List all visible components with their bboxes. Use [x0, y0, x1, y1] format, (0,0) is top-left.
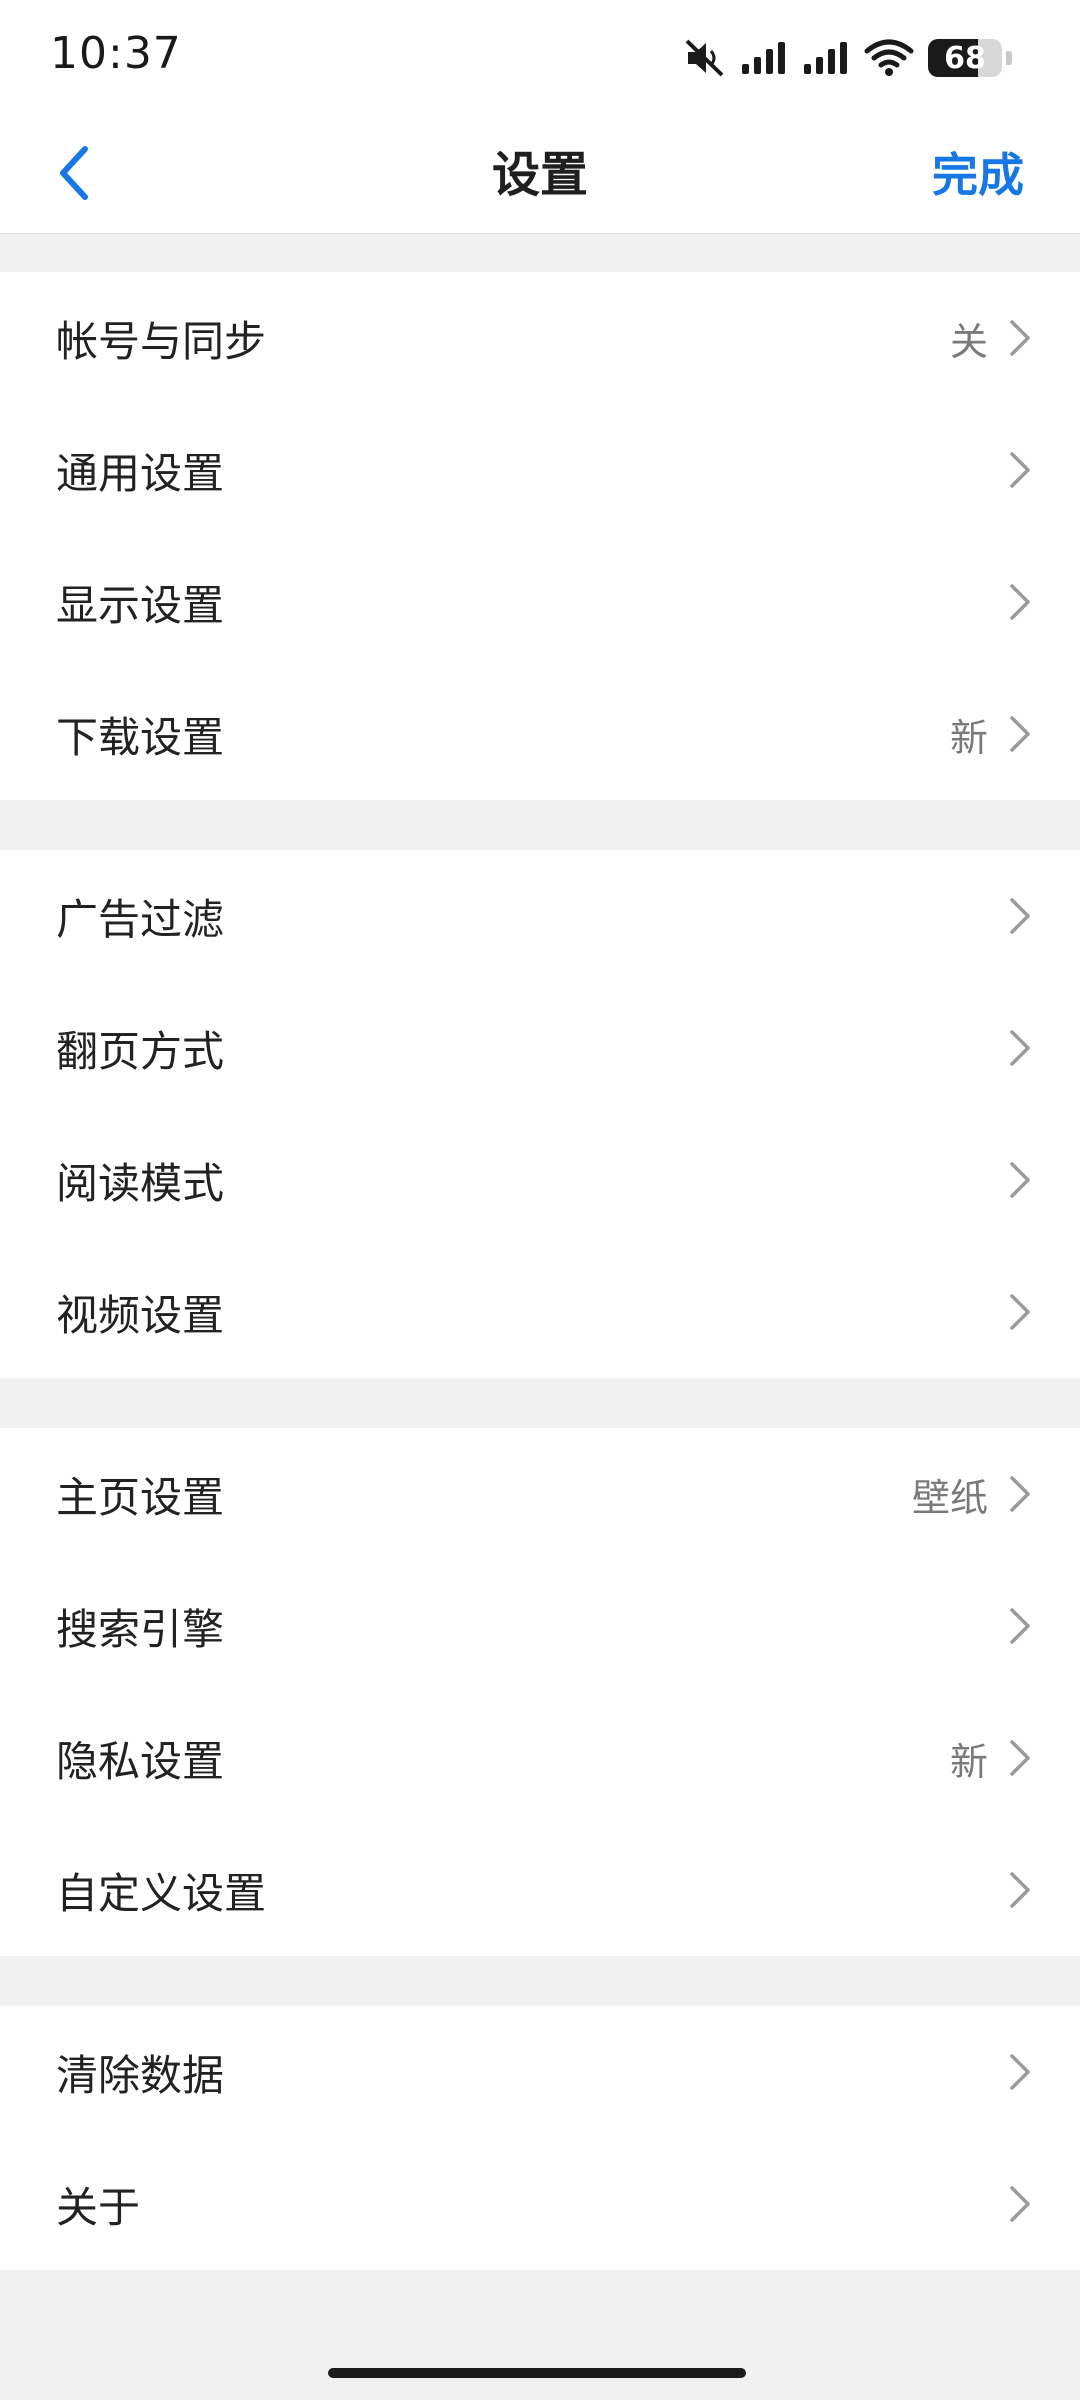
chevron-right-icon [1000, 450, 1040, 490]
signal-icon [802, 40, 850, 76]
settings-group: 清除数据 关于 [0, 2006, 1080, 2270]
settings-row-label: 显示设置 [56, 580, 225, 630]
battery-cap [1006, 51, 1012, 65]
status-bar: 10:37 68 [0, 0, 1080, 118]
settings-group: 广告过滤翻页方式阅读模式视频设置 [0, 850, 1080, 1378]
home-indicator[interactable] [328, 2368, 746, 2378]
settings-row-label: 自定义设置 [56, 1868, 267, 1918]
settings-row-value: 关 [949, 319, 988, 364]
settings-row[interactable]: 翻页方式 [0, 982, 1080, 1114]
chevron-right-icon [1000, 582, 1040, 622]
chevron-right-icon [1000, 1028, 1040, 1068]
battery-icon: 68 [928, 39, 1002, 77]
chevron-right-icon [1000, 2184, 1040, 2224]
settings-row[interactable]: 显示设置 [0, 536, 1080, 668]
settings-row-value: 新 [949, 1739, 988, 1784]
settings-group: 帐号与同步 关通用设置显示设置下载设置 新 [0, 272, 1080, 800]
chevron-right-icon [1000, 1160, 1040, 1200]
chevron-right-icon [1000, 1292, 1040, 1332]
settings-list: 帐号与同步关通用设置 显示设置 下载设置新广告过滤 翻页方式 阅读模式 视频设置 主页设置壁… [0, 234, 1080, 2400]
settings-row[interactable]: 隐私设置 新 [0, 1692, 1080, 1824]
settings-row[interactable]: 阅读模式 [0, 1114, 1080, 1246]
battery-level: 68 [944, 40, 986, 76]
settings-row[interactable]: 主页设置 壁纸 [0, 1428, 1080, 1560]
settings-row-label: 视频设置 [56, 1290, 225, 1340]
settings-row[interactable]: 广告过滤 [0, 850, 1080, 982]
settings-row-label: 帐号与同步 [56, 316, 267, 366]
mute-icon [684, 38, 726, 78]
chevron-right-icon [1000, 318, 1040, 358]
settings-row-label: 广告过滤 [56, 894, 225, 944]
settings-row-label: 关于 [56, 2182, 141, 2232]
settings-row-label: 清除数据 [56, 2050, 225, 2100]
nav-bar: 设置 完成 [0, 118, 1080, 234]
chevron-right-icon [1000, 1870, 1040, 1910]
settings-row[interactable]: 搜索引擎 [0, 1560, 1080, 1692]
settings-row[interactable]: 视频设置 [0, 1246, 1080, 1378]
settings-row[interactable]: 清除数据 [0, 2006, 1080, 2138]
settings-row[interactable]: 关于 [0, 2138, 1080, 2270]
settings-row-label: 主页设置 [56, 1472, 225, 1522]
done-button[interactable]: 完成 [932, 118, 1024, 233]
settings-row[interactable]: 下载设置 新 [0, 668, 1080, 800]
signal-icon [740, 40, 788, 76]
settings-row-label: 翻页方式 [56, 1026, 225, 1076]
settings-row-value: 新 [949, 715, 988, 760]
settings-row-label: 阅读模式 [56, 1158, 225, 1208]
settings-row[interactable]: 帐号与同步 关 [0, 272, 1080, 404]
chevron-right-icon [1000, 1738, 1040, 1778]
settings-row-value: 壁纸 [911, 1475, 988, 1520]
chevron-right-icon [1000, 1606, 1040, 1646]
settings-row-label: 搜索引擎 [56, 1604, 225, 1654]
chevron-right-icon [1000, 896, 1040, 936]
chevron-right-icon [1000, 714, 1040, 754]
settings-row-label: 下载设置 [56, 712, 225, 762]
wifi-icon [864, 39, 914, 77]
chevron-right-icon [1000, 2052, 1040, 2092]
status-icons: 68 [684, 36, 1012, 80]
settings-row[interactable]: 自定义设置 [0, 1824, 1080, 1956]
status-time: 10:37 [50, 28, 182, 79]
settings-row[interactable]: 通用设置 [0, 404, 1080, 536]
settings-group: 主页设置 壁纸搜索引擎隐私设置 新自定义设置 [0, 1428, 1080, 1956]
settings-row-label: 隐私设置 [56, 1736, 225, 1786]
page-title: 设置 [491, 147, 588, 203]
chevron-right-icon [1000, 1474, 1040, 1514]
settings-row-label: 通用设置 [56, 448, 225, 498]
